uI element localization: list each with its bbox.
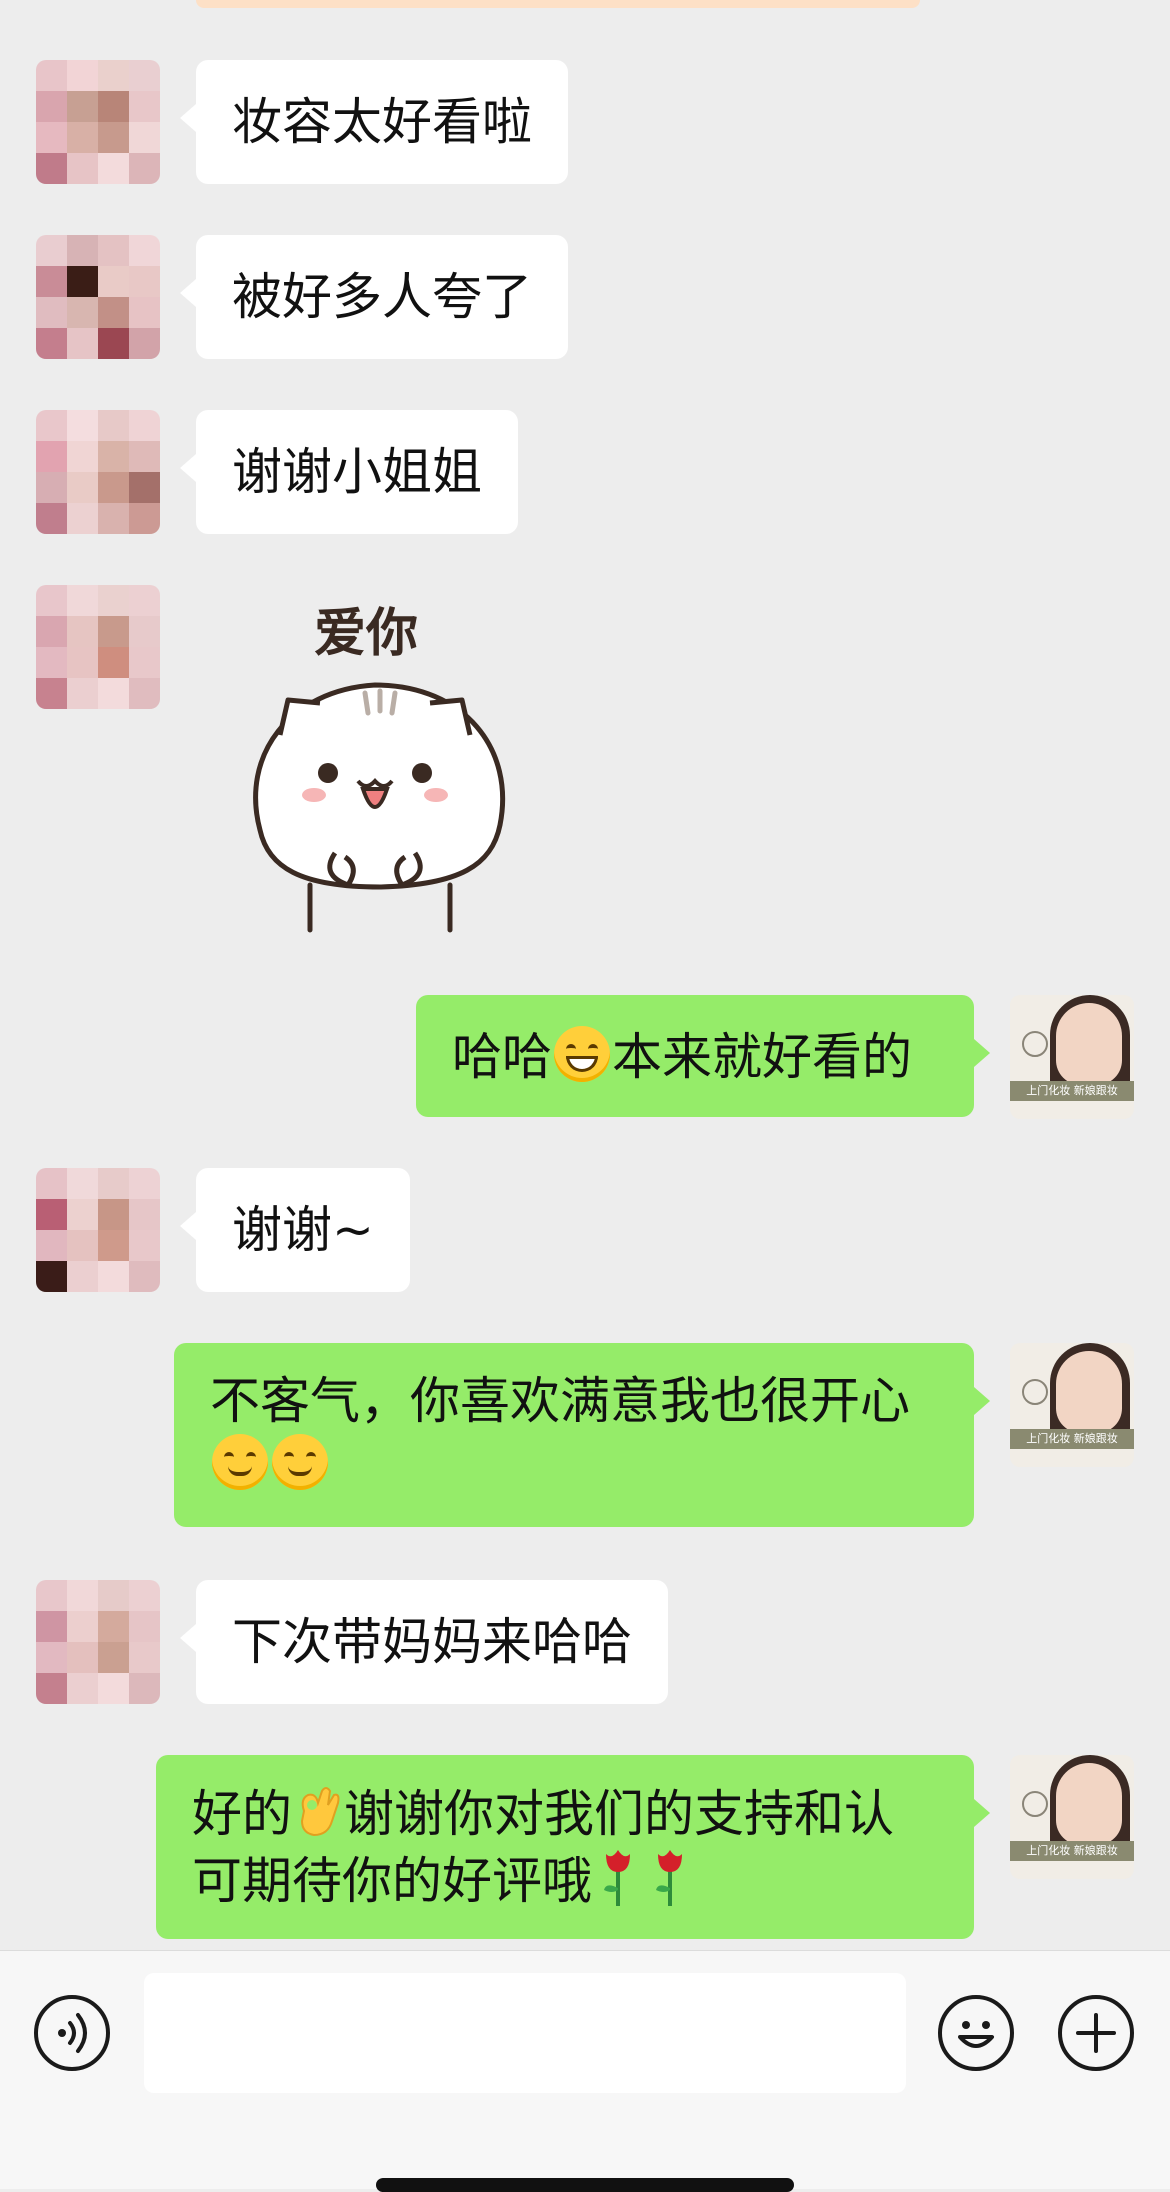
- rose-icon: [598, 1846, 638, 1908]
- pixelated-avatar-image: [36, 410, 160, 534]
- message-bubble[interactable]: 妆容太好看啦: [180, 60, 568, 184]
- message-text: 谢谢小姐姐: [232, 443, 482, 501]
- contact-avatar[interactable]: [36, 410, 160, 534]
- message-row-outgoing: 好的 谢谢你对我们的支持和认 可期待你的好评哦 上门化妆 新娘跟妆: [0, 1755, 1170, 1939]
- avatar-caption: 上门化妆 新娘跟妆: [1010, 1081, 1134, 1101]
- message-row-outgoing: 不客气，你喜欢满意我也很开心 上门化妆 新娘跟妆: [0, 1343, 1170, 1527]
- message-line: 可期待你的好评哦: [192, 1846, 938, 1913]
- pixelated-avatar-image: [36, 585, 160, 709]
- contact-avatar[interactable]: [36, 585, 160, 709]
- message-text: 哈哈: [452, 1028, 552, 1086]
- brand-logo-icon: [1022, 1031, 1048, 1057]
- plus-icon: [1076, 2013, 1116, 2053]
- emoji-line: [210, 1433, 938, 1497]
- pixelated-avatar-image: [36, 235, 160, 359]
- avatar-caption: 上门化妆 新娘跟妆: [1010, 1841, 1134, 1861]
- my-avatar[interactable]: 上门化妆 新娘跟妆: [1010, 995, 1134, 1119]
- ok-hand-icon: [294, 1781, 342, 1839]
- message-bubble[interactable]: 不客气，你喜欢满意我也很开心: [174, 1343, 990, 1527]
- cat-sticker-icon: [253, 682, 506, 933]
- message-text: 下次带妈妈来哈哈: [232, 1613, 632, 1671]
- message-row-outgoing: 哈哈 本来就好看的 上门化妆 新娘跟妆: [0, 995, 1170, 1119]
- message-text: 被好多人夸了: [232, 268, 532, 326]
- sticker-image[interactable]: 爱你: [230, 585, 530, 945]
- message-text: 谢谢~: [232, 1201, 374, 1259]
- brand-logo-icon: [1022, 1379, 1048, 1405]
- grinning-face-icon: [554, 1026, 610, 1082]
- message-bubble[interactable]: 被好多人夸了: [180, 235, 568, 359]
- message-bubble[interactable]: 下次带妈妈来哈哈: [180, 1580, 668, 1704]
- voice-input-button[interactable]: [34, 1995, 110, 2071]
- contact-avatar[interactable]: [36, 1168, 160, 1292]
- pixelated-avatar-image: [36, 1168, 160, 1292]
- message-line: 好的 谢谢你对我们的支持和认: [192, 1781, 938, 1846]
- my-avatar[interactable]: 上门化妆 新娘跟妆: [1010, 1343, 1134, 1467]
- my-avatar[interactable]: 上门化妆 新娘跟妆: [1010, 1755, 1134, 1879]
- chat-input-bar: [0, 1950, 1170, 2189]
- smiling-face-icon: [212, 1434, 268, 1490]
- pixelated-avatar-image: [36, 1580, 160, 1704]
- message-text: 妆容太好看啦: [232, 93, 532, 151]
- contact-avatar[interactable]: [36, 235, 160, 359]
- pixelated-avatar-image: [36, 60, 160, 184]
- home-indicator[interactable]: [376, 2178, 794, 2192]
- rose-icon: [650, 1846, 690, 1908]
- emoji-button[interactable]: [938, 1995, 1014, 2071]
- message-text: 好的: [192, 1785, 292, 1843]
- message-bubble[interactable]: 哈哈 本来就好看的: [416, 995, 990, 1117]
- previous-message-bubble-edge: [196, 0, 920, 8]
- message-text: 不客气，你喜欢满意我也很开心: [210, 1372, 910, 1430]
- message-text: 谢谢你对我们的支持和认: [344, 1785, 894, 1843]
- message-text: 本来就好看的: [612, 1028, 912, 1086]
- message-bubble[interactable]: 好的 谢谢你对我们的支持和认 可期待你的好评哦: [156, 1755, 990, 1939]
- message-text: 可期待你的好评哦: [192, 1852, 592, 1910]
- emoji-icon: [958, 2021, 994, 2048]
- message-bubble[interactable]: 谢谢小姐姐: [180, 410, 518, 534]
- voice-icon: [58, 2013, 87, 2053]
- brand-logo-icon: [1022, 1791, 1048, 1817]
- message-bubble[interactable]: 谢谢~: [180, 1168, 410, 1292]
- contact-avatar[interactable]: [36, 1580, 160, 1704]
- more-actions-button[interactable]: [1058, 1995, 1134, 2071]
- smiling-face-icon: [272, 1434, 328, 1490]
- message-input[interactable]: [144, 1973, 906, 2093]
- contact-avatar[interactable]: [36, 60, 160, 184]
- avatar-caption: 上门化妆 新娘跟妆: [1010, 1429, 1134, 1449]
